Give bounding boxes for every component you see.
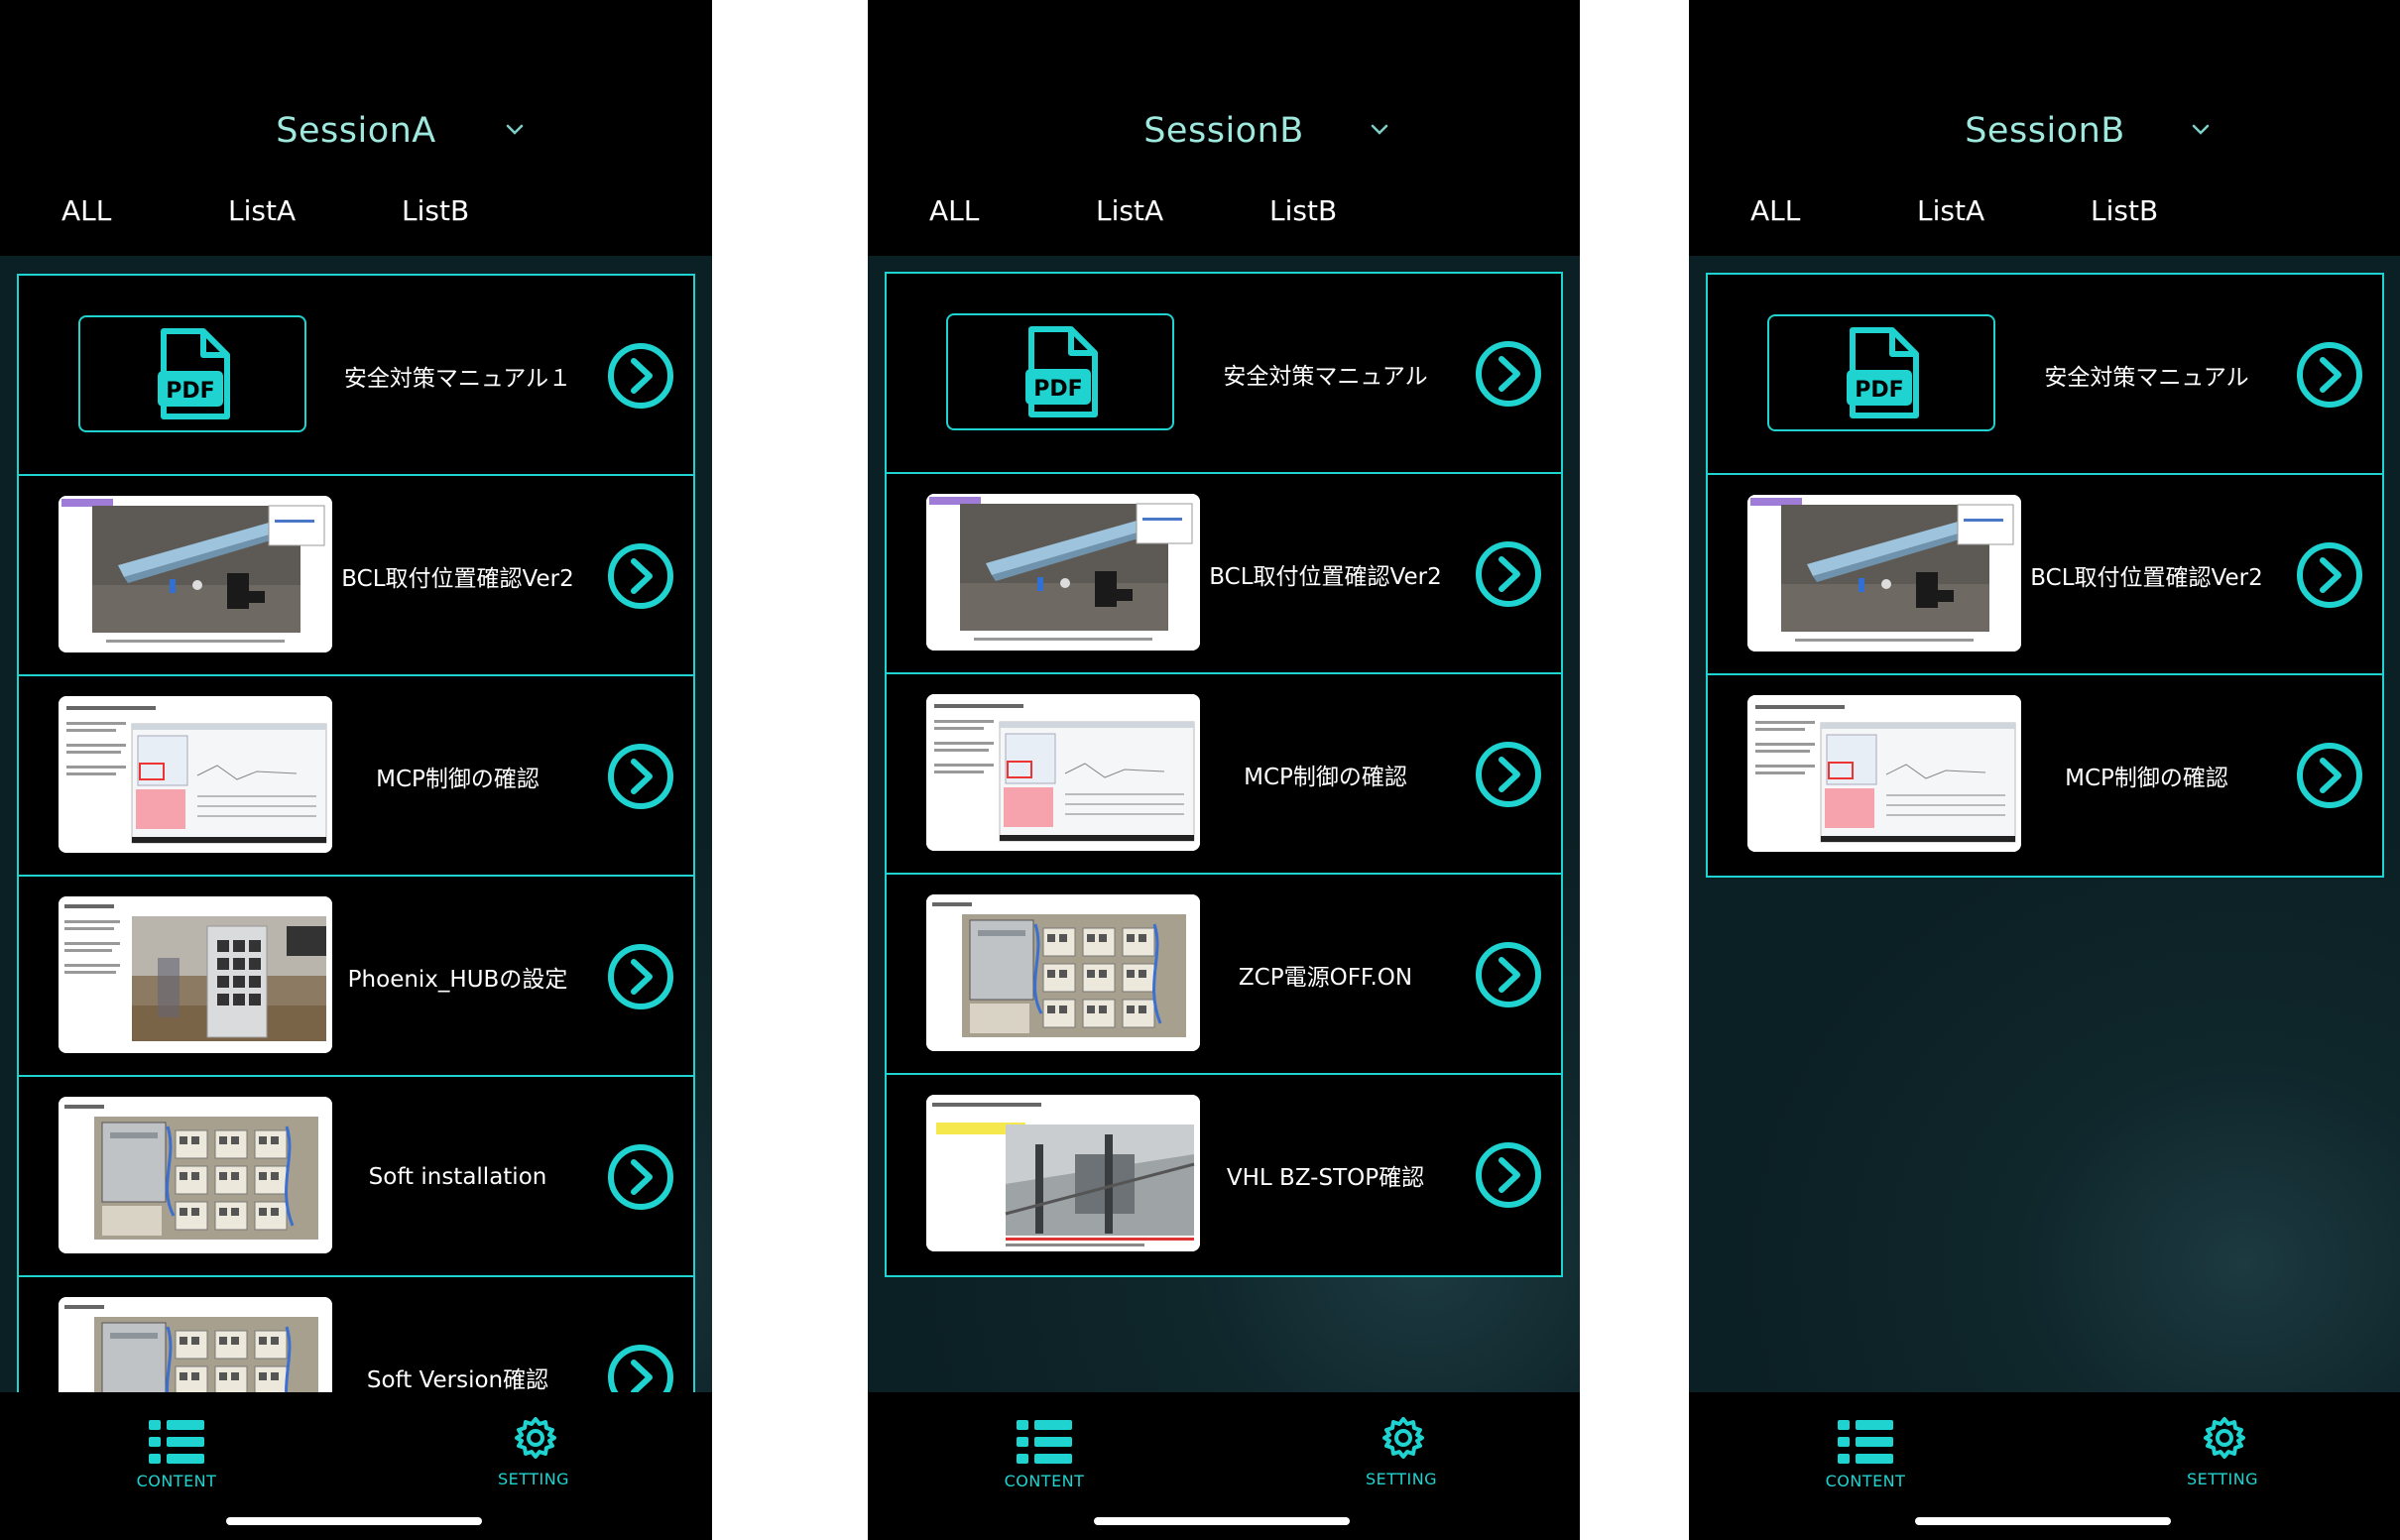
gear-icon	[514, 1416, 557, 1464]
item-title: Phoenix_HUBの設定	[347, 967, 568, 993]
list-item[interactable]: Phoenix_HUBの設定	[19, 877, 693, 1077]
tab-lista[interactable]: ListA	[1917, 194, 1984, 227]
chevron-right-circle-icon[interactable]	[1474, 539, 1543, 609]
item-title: MCP制御の確認	[376, 767, 540, 792]
chevron-right-circle-icon[interactable]	[606, 742, 675, 811]
list-item[interactable]: PDF 安全対策マニュアル	[887, 274, 1561, 474]
content-thumbnail	[59, 496, 332, 652]
item-title: MCP制御の確認	[1244, 765, 1407, 790]
tab-listb[interactable]: ListB	[2091, 194, 2158, 227]
item-title: BCL取付位置確認Ver2	[341, 566, 574, 592]
svg-text:PDF: PDF	[166, 379, 214, 404]
chevron-right-circle-icon[interactable]	[1474, 1140, 1543, 1210]
item-title: 安全対策マニュアル１	[343, 366, 572, 392]
content-list: PDF 安全対策マニュアル BCL取付位置確認Ver2	[885, 272, 1563, 1277]
list-item[interactable]: BCL取付位置確認Ver2	[1708, 475, 2382, 675]
nav-content-label: CONTENT	[1004, 1472, 1085, 1490]
chevron-right-circle-icon[interactable]	[2295, 540, 2364, 610]
pdf-thumbnail: PDF	[946, 313, 1174, 430]
gear-icon	[2203, 1416, 2246, 1464]
chevron-down-icon[interactable]	[2190, 119, 2212, 141]
content-thumbnail	[59, 1097, 332, 1253]
list-item[interactable]: MCP制御の確認	[19, 676, 693, 877]
tab-listb[interactable]: ListB	[1269, 194, 1337, 227]
chevron-right-circle-icon[interactable]	[2295, 340, 2364, 410]
tab-all[interactable]: ALL	[1750, 194, 1800, 227]
list-item[interactable]: VHL BZ-STOP確認	[887, 1075, 1561, 1275]
home-indicator	[226, 1517, 482, 1525]
list-item[interactable]: MCP制御の確認	[1708, 675, 2382, 876]
chevron-right-circle-icon[interactable]	[1474, 740, 1543, 809]
chevron-down-icon[interactable]	[1369, 119, 1390, 141]
item-title: MCP制御の確認	[2065, 766, 2228, 791]
list-item[interactable]: PDF 安全対策マニュアル	[1708, 275, 2382, 475]
chevron-right-circle-icon[interactable]	[1474, 940, 1543, 1009]
item-title: BCL取付位置確認Ver2	[2030, 565, 2263, 591]
content-thumbnail	[926, 894, 1200, 1051]
list-item[interactable]: ZCP電源OFF.ON	[887, 875, 1561, 1075]
list-icon	[1838, 1418, 1893, 1470]
svg-text:PDF: PDF	[1855, 378, 1903, 403]
chevron-right-circle-icon[interactable]	[606, 942, 675, 1011]
list-item[interactable]: BCL取付位置確認Ver2	[19, 476, 693, 676]
chevron-right-circle-icon[interactable]	[606, 541, 675, 611]
tab-all[interactable]: ALL	[61, 194, 111, 227]
header: SessionA ALL ListA ListB	[0, 0, 712, 256]
item-title: VHL BZ-STOP確認	[1226, 1165, 1425, 1191]
content-list: PDF 安全対策マニュアル BCL取付位置確認Ver2	[1706, 273, 2384, 878]
item-title: 安全対策マニュアル	[2044, 365, 2249, 391]
chevron-right-circle-icon[interactable]	[606, 1142, 675, 1212]
tab-lista[interactable]: ListA	[228, 194, 296, 227]
content-thumbnail	[926, 1095, 1200, 1251]
tab-lista[interactable]: ListA	[1096, 194, 1163, 227]
session-selector[interactable]: SessionA	[0, 111, 712, 151]
gear-icon	[1381, 1416, 1425, 1464]
tab-listb[interactable]: ListB	[402, 194, 469, 227]
list-item[interactable]: BCL取付位置確認Ver2	[887, 474, 1561, 674]
content-thumbnail	[59, 896, 332, 1053]
chevron-right-circle-icon[interactable]	[2295, 741, 2364, 810]
nav-setting-label: SETTING	[497, 1470, 570, 1488]
session-selector[interactable]: SessionB	[1689, 111, 2400, 151]
session-selector[interactable]: SessionB	[868, 111, 1580, 151]
content-thumbnail	[926, 694, 1200, 851]
home-indicator	[1915, 1517, 2171, 1525]
bottom-nav: CONTENT SETTING	[868, 1392, 1580, 1540]
list-item[interactable]: PDF 安全対策マニュアル１	[19, 276, 693, 476]
tab-all[interactable]: ALL	[929, 194, 979, 227]
chevron-right-circle-icon[interactable]	[606, 341, 675, 411]
pdf-thumbnail: PDF	[78, 315, 306, 432]
header: SessionB ALL ListA ListB	[868, 0, 1580, 256]
content-thumbnail	[926, 494, 1200, 651]
list-icon	[1017, 1418, 1072, 1470]
home-indicator	[1094, 1517, 1350, 1525]
content-list: PDF 安全対策マニュアル１ BCL取付位置確認Ver2 MCP制御の確認 Ph…	[17, 274, 695, 1480]
header: SessionB ALL ListA ListB	[1689, 0, 2400, 256]
item-title: Soft installation	[368, 1164, 547, 1190]
nav-content-label: CONTENT	[136, 1472, 217, 1490]
list-icon	[149, 1418, 204, 1470]
chevron-down-icon[interactable]	[504, 119, 526, 141]
pdf-thumbnail: PDF	[1767, 314, 1995, 431]
bottom-nav: CONTENT SETTING	[0, 1392, 712, 1540]
svg-text:PDF: PDF	[1033, 377, 1082, 402]
phone-screen-3: SessionB ALL ListA ListB PDF 安全対策マニュアル BCL取…	[1689, 0, 2400, 1540]
content-thumbnail	[1747, 695, 2021, 852]
chevron-right-circle-icon[interactable]	[1474, 339, 1543, 409]
bottom-nav: CONTENT SETTING	[1689, 1392, 2400, 1540]
content-thumbnail	[1747, 495, 2021, 652]
nav-setting-label: SETTING	[2186, 1470, 2259, 1488]
phone-screen-2: SessionB ALL ListA ListB PDF 安全対策マニュアル BCL取…	[868, 0, 1580, 1540]
list-item[interactable]: MCP制御の確認	[887, 674, 1561, 875]
item-title: BCL取付位置確認Ver2	[1209, 564, 1442, 590]
content-thumbnail	[59, 696, 332, 853]
nav-setting-label: SETTING	[1365, 1470, 1438, 1488]
nav-content-label: CONTENT	[1825, 1472, 1906, 1490]
phone-screen-1: SessionA ALL ListA ListB PDF 安全対策マニュアル１ BCL…	[0, 0, 712, 1540]
item-title: ZCP電源OFF.ON	[1238, 965, 1413, 991]
item-title: 安全対策マニュアル	[1223, 364, 1428, 390]
list-item[interactable]: Soft installation	[19, 1077, 693, 1277]
